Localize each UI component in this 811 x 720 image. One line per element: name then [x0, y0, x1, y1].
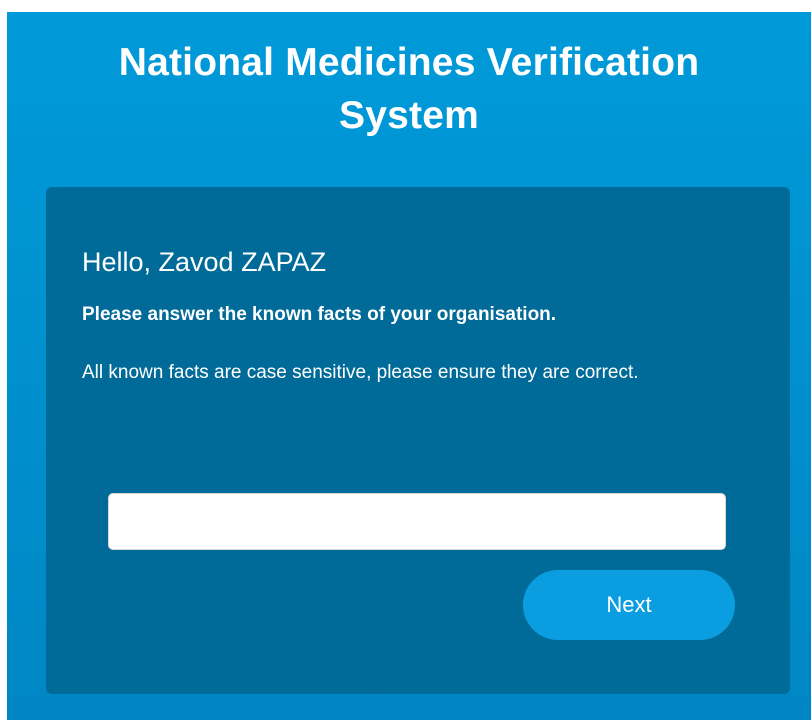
page-title: National Medicines Verification System	[7, 36, 811, 142]
case-sensitive-note: All known facts are case sensitive, plea…	[82, 362, 639, 383]
known-fact-input[interactable]	[108, 493, 726, 550]
page-title-line-2: System	[339, 94, 479, 137]
instructions-heading: Please answer the known facts of your or…	[82, 304, 557, 325]
next-button[interactable]: Next	[523, 570, 735, 640]
page-title-line-1: National Medicines Verification	[118, 41, 700, 84]
page-background: National Medicines Verification System H…	[7, 12, 811, 720]
known-facts-card: Hello, Zavod ZAPAZ Please answer the kno…	[46, 187, 790, 694]
greeting-text: Hello, Zavod ZAPAZ	[82, 247, 327, 277]
